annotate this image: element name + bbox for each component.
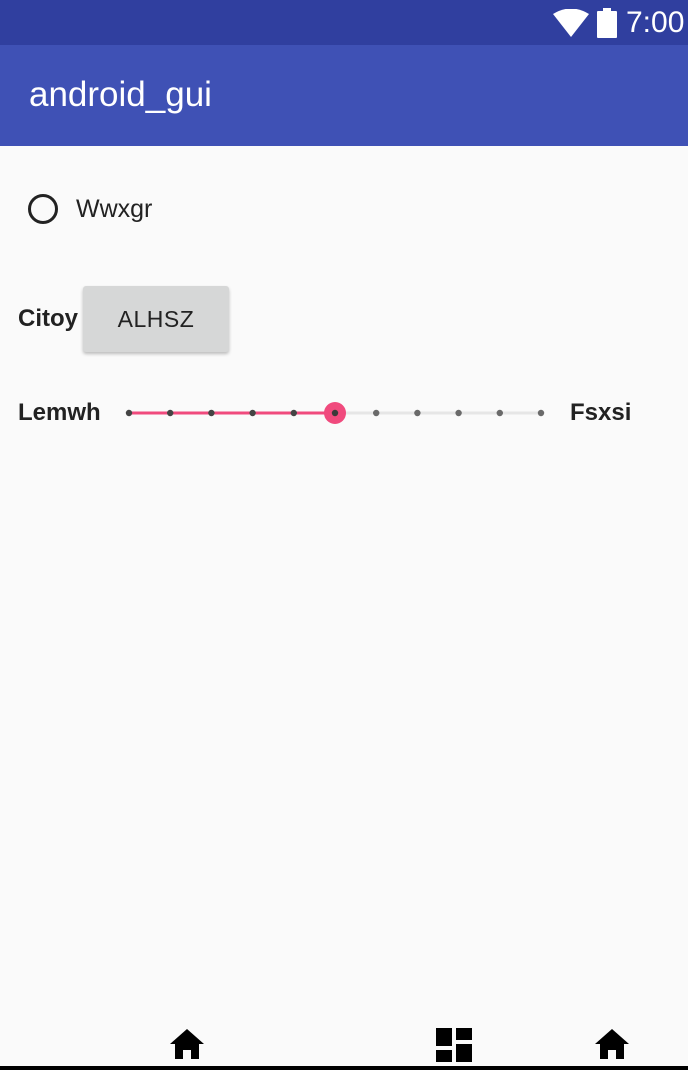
app-bar: android_gui xyxy=(0,45,688,146)
dashboard-icon[interactable] xyxy=(436,1028,472,1062)
battery-icon xyxy=(597,8,617,38)
wifi-icon xyxy=(553,9,589,37)
home-icon[interactable] xyxy=(169,1028,205,1060)
slider-tick xyxy=(373,409,380,417)
slider-tick xyxy=(125,409,133,417)
discrete-slider[interactable] xyxy=(118,396,552,430)
app-title: android_gui xyxy=(29,75,212,114)
slider-tick xyxy=(249,409,256,417)
button-row-label: Citoy xyxy=(18,305,78,332)
slider-tick xyxy=(167,409,174,417)
slider-thumb-tick xyxy=(331,409,339,417)
radio-button[interactable] xyxy=(28,194,58,224)
slider-tick xyxy=(537,409,545,417)
navigation-bar xyxy=(0,1036,688,1070)
slider-tick xyxy=(496,409,503,417)
slider-left-label: Lemwh xyxy=(18,399,101,426)
home-icon[interactable] xyxy=(594,1028,630,1060)
status-bar: 7:00 xyxy=(0,0,688,45)
slider-tick xyxy=(208,409,215,417)
clock: 7:00 xyxy=(626,6,685,39)
radio-label: Wwxgr xyxy=(76,195,153,223)
slider-tick xyxy=(455,409,462,417)
nav-bar-divider xyxy=(0,1066,688,1070)
alhsz-button[interactable]: ALHSZ xyxy=(83,286,229,352)
slider-tick xyxy=(414,409,421,417)
slider-right-label: Fsxsi xyxy=(570,399,632,426)
slider-tick xyxy=(290,409,297,417)
